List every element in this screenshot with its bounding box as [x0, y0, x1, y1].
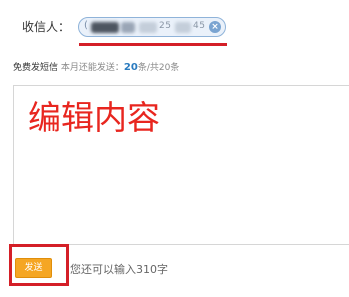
recipient-blurred-segment [139, 22, 157, 33]
recipient-chip-open-char: ( [84, 20, 88, 31]
recipient-digits: 25 [159, 21, 172, 31]
sms-month-label: 本月还能发送： [60, 63, 124, 73]
sms-info: 免费发短信 本月还能发送：20条/共20条 [13, 62, 179, 74]
close-circle-icon[interactable]: × [209, 21, 221, 33]
recipient-annotation-underline [79, 43, 227, 46]
editor-content: 编辑内容 [28, 98, 160, 137]
remaining-chars-text: 您还可以输入310字 [70, 263, 168, 276]
send-annotation-box [9, 244, 69, 286]
sms-total-label: 条/共20条 [137, 63, 180, 73]
recipient-label: 收信人： [22, 20, 71, 34]
recipient-blurred-name [91, 22, 119, 33]
sms-remaining-count: 20 [123, 62, 138, 73]
sms-free-label: 免费发短信 [13, 63, 59, 73]
recipient-blurred-segment [121, 22, 135, 33]
recipient-chip[interactable]: ( 25 45 × [78, 17, 226, 37]
recipient-blurred-segment [175, 22, 191, 33]
message-editor[interactable]: 编辑内容 [13, 85, 349, 245]
recipient-digits: 45 [193, 21, 206, 31]
